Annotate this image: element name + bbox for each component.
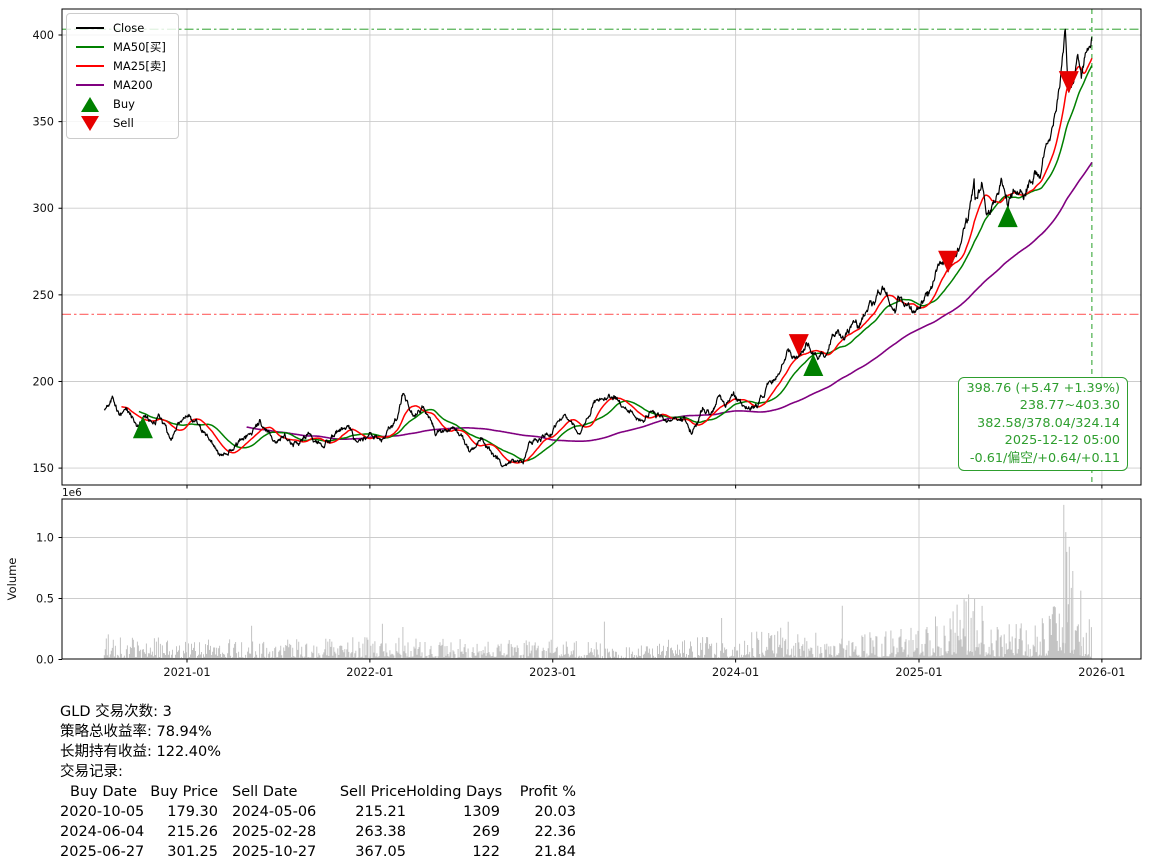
trade-record-cell: 367.05 [328, 842, 406, 857]
close-line [104, 29, 1092, 466]
buy-triangle-icon [76, 97, 104, 112]
legend-item-sell: Sell [76, 115, 166, 131]
legend-item-label: Buy [113, 97, 135, 111]
trade-record-row: 2020-10-05179.302024-05-06215.21130920.0… [60, 802, 576, 822]
x-tick-label: 2024-01 [712, 666, 759, 679]
stat-strategy-return: 策略总收益率: 78.94% [60, 722, 576, 742]
trade-record-cell: 1309 [406, 802, 500, 822]
price-tick-label: 200 [32, 375, 54, 388]
x-tick-label: 2022-01 [346, 666, 393, 679]
legend-item-label: Sell [113, 116, 134, 130]
trade-record-cell: 2024-05-06 [218, 802, 328, 822]
legend-item-label: Close [113, 21, 144, 35]
trade-record-row: 2025-06-27301.252025-10-27367.0512221.84 [60, 842, 576, 857]
legend-item-buy: Buy [76, 96, 166, 112]
price-tick-label: 150 [32, 462, 54, 475]
price-tick-label: 250 [32, 289, 54, 302]
trade-record-cell: 2025-10-27 [218, 842, 328, 857]
trades-table-header: Buy DateBuy PriceSell DateSell PriceHold… [60, 782, 576, 802]
legend-item-label: MA200 [113, 78, 153, 92]
legend-item-ma25: MA25[卖] [76, 58, 166, 74]
trade-record-cell: 22.36 [500, 822, 576, 842]
volume-axis-label: Volume [5, 558, 19, 601]
trade-markers [133, 71, 1079, 438]
trades-table: Buy DateBuy PriceSell DateSell PriceHold… [60, 782, 576, 857]
volume-bars [104, 505, 1091, 660]
trades-header-cell: Holding Days [406, 782, 500, 802]
trade-record-cell: 269 [406, 822, 500, 842]
stats-block: GLD 交易次数: 3 策略总收益率: 78.94% 长期持有收益: 122.4… [60, 702, 576, 857]
annotation-datetime: 2025-12-12 05:00 [967, 432, 1121, 449]
annotation-range: 238.77~403.30 [967, 397, 1121, 414]
annotation-last-price: 398.76 (+5.47 +1.39%) [967, 380, 1121, 397]
trades-header-cell: Buy Date [60, 782, 146, 802]
volume-tick-label: 0.0 [36, 654, 54, 667]
legend-item-label: MA25[卖] [113, 59, 166, 73]
trade-record-cell: 301.25 [146, 842, 218, 857]
figure: 2021-01 2022-01 2023-01 2024-01 2025-01 2026-… [0, 0, 1152, 857]
legend-line-swatch [76, 65, 104, 68]
trade-record-cell: 215.26 [146, 822, 218, 842]
x-tick-label: 2023-01 [529, 666, 576, 679]
legend-item-close: Close [76, 20, 166, 36]
trade-record-cell: 122 [406, 842, 500, 857]
quote-annotation: 398.76 (+5.47 +1.39%) 238.77~403.30 382.… [958, 377, 1129, 471]
sell-triangle-icon [76, 116, 104, 131]
trades-header-cell: Sell Date [218, 782, 328, 802]
trade-record-row: 2024-06-04215.262025-02-28263.3826922.36 [60, 822, 576, 842]
x-tick-label: 2021-01 [163, 666, 210, 679]
trade-record-cell: 20.03 [500, 802, 576, 822]
gridlines [62, 9, 1141, 659]
x-tick-label: 2025-01 [895, 666, 942, 679]
stat-records-label: 交易记录: [60, 762, 576, 782]
trade-record-cell: 2020-10-05 [60, 802, 146, 822]
trades-header-cell: Buy Price [146, 782, 218, 802]
trade-record-cell: 21.84 [500, 842, 576, 857]
stat-buyhold-return: 长期持有收益: 122.40% [60, 742, 576, 762]
legend-item-ma200: MA200 [76, 77, 166, 93]
trade-record-cell: 215.21 [328, 802, 406, 822]
legend-item-label: MA50[买] [113, 40, 166, 54]
legend-line-swatch [76, 46, 104, 49]
volume-tick-label: 0.5 [36, 593, 54, 606]
annotation-signal: -0.61/偏空/+0.64/+0.11 [967, 450, 1121, 467]
price-tick-label: 350 [32, 116, 54, 129]
legend-item-ma50: MA50[买] [76, 39, 166, 55]
legend-line-swatch [76, 84, 104, 87]
trade-record-cell: 263.38 [328, 822, 406, 842]
trade-record-cell: 179.30 [146, 802, 218, 822]
volume-tick-label: 1.0 [36, 532, 54, 545]
trades-header-cell: Profit % [500, 782, 576, 802]
trade-record-cell: 2024-06-04 [60, 822, 146, 842]
trades-header-cell: Sell Price [328, 782, 406, 802]
price-tick-label: 300 [32, 202, 54, 215]
sell-marker [938, 251, 958, 273]
sell-marker [1059, 71, 1079, 93]
x-tick-label: 2026-01 [1078, 666, 1125, 679]
stat-trade-count: GLD 交易次数: 3 [60, 702, 576, 722]
buy-marker [803, 354, 823, 376]
trade-record-cell: 2025-02-28 [218, 822, 328, 842]
annotation-ma-values: 382.58/378.04/324.14 [967, 415, 1121, 432]
trade-record-cell: 2025-06-27 [60, 842, 146, 857]
price-tick-label: 400 [32, 29, 54, 42]
chart-legend: Close MA50[买] MA25[卖] MA200 Buy Sell [66, 13, 179, 139]
legend-line-swatch [76, 27, 104, 30]
volume-multiplier-label: 1e6 [62, 487, 82, 499]
